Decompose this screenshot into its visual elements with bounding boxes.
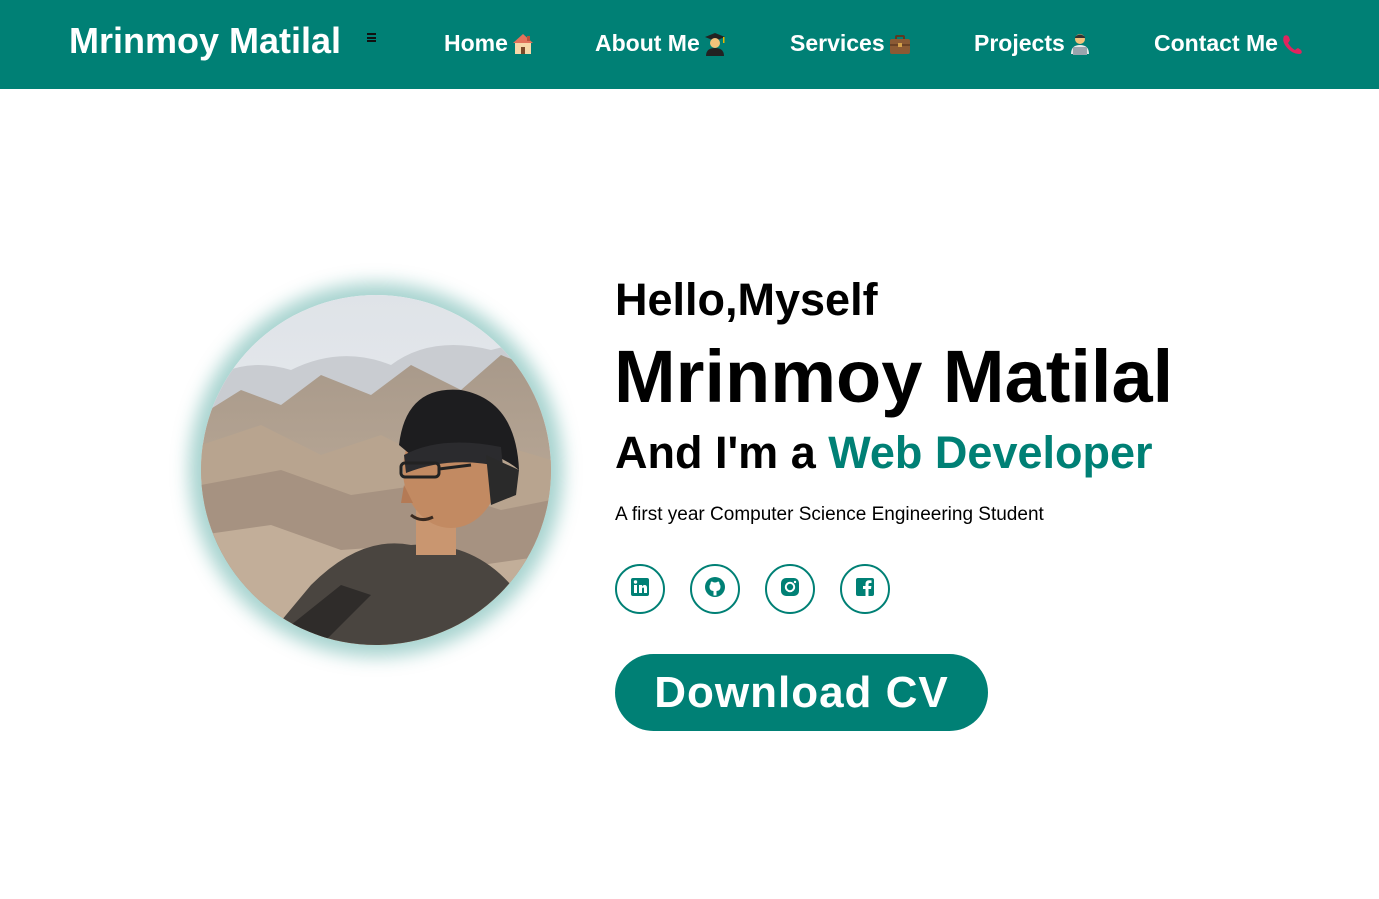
github-button[interactable] (690, 564, 740, 614)
brand-logo[interactable]: Mrinmoy Matilal (69, 20, 341, 62)
github-icon (704, 576, 726, 603)
nav-link-contact[interactable]: Contact Me (1154, 30, 1305, 57)
telephone-receiver-icon (1281, 32, 1305, 56)
role-title: Web Developer (828, 427, 1153, 478)
nav-link-label: Projects (974, 30, 1065, 56)
download-cv-button[interactable]: Download CV (615, 654, 988, 731)
instagram-icon (780, 577, 800, 602)
facebook-icon (855, 577, 875, 602)
tagline: A first year Computer Science Engineerin… (615, 504, 1044, 525)
graduate-icon (703, 32, 727, 56)
hero-name: Mrinmoy Matilal (614, 335, 1174, 418)
menu-icon[interactable] (367, 33, 377, 43)
nav-link-home[interactable]: Home (444, 30, 535, 57)
profile-photo (201, 295, 551, 645)
briefcase-icon (888, 32, 912, 56)
linkedin-icon (630, 577, 650, 602)
nav-link-services[interactable]: Services (790, 30, 912, 57)
nav-link-label: Home (444, 30, 508, 56)
facebook-button[interactable] (840, 564, 890, 614)
nav-link-projects[interactable]: Projects (974, 30, 1092, 57)
house-icon (511, 32, 535, 56)
technologist-icon (1068, 32, 1092, 56)
nav-link-about[interactable]: About Me (595, 30, 727, 57)
nav-link-label: Contact Me (1154, 30, 1278, 56)
nav-link-label: Services (790, 30, 885, 56)
greeting: Hello,Myself (615, 274, 878, 325)
navbar: Mrinmoy Matilal Home About Me Services P… (0, 0, 1379, 89)
nav-link-label: About Me (595, 30, 700, 56)
linkedin-button[interactable] (615, 564, 665, 614)
role-prefix: And I'm a (615, 427, 816, 478)
instagram-button[interactable] (765, 564, 815, 614)
role-line: And I'm a Web Developer (615, 427, 1153, 479)
